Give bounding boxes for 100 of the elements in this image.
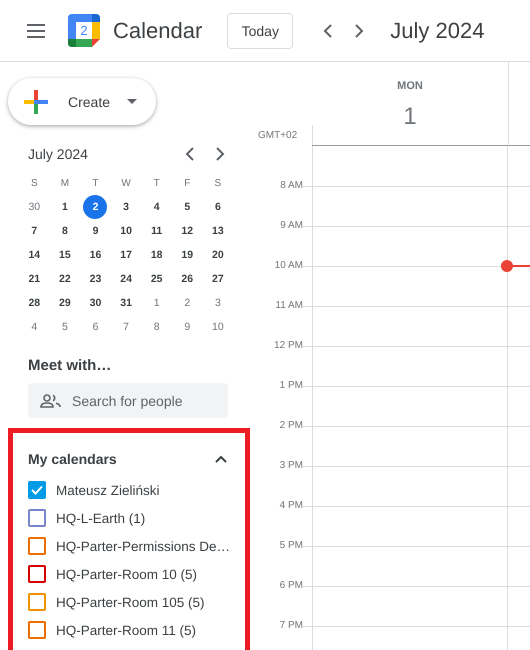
day-cell[interactable]: 15	[52, 243, 77, 268]
time-slot[interactable]	[312, 586, 508, 626]
day-cell[interactable]: 5	[175, 195, 200, 220]
day-cell[interactable]: 31	[114, 291, 138, 316]
day-cell[interactable]: 26	[175, 267, 200, 292]
weekday-label: S	[214, 176, 222, 191]
caret-icon	[127, 99, 138, 104]
day-cell[interactable]: 5	[52, 315, 77, 340]
calendar-name: HQ-Parter-Room 11 (5)	[56, 622, 196, 638]
day-cell[interactable]: 6	[83, 315, 108, 340]
day-cell[interactable]: 10	[206, 315, 230, 340]
weekday-label: T	[91, 176, 100, 191]
logo-day: 2	[77, 22, 91, 39]
hour-label: 5 PM	[278, 540, 303, 552]
calendar-checkbox[interactable]	[28, 593, 46, 612]
day-cell[interactable]: 8	[52, 219, 77, 244]
chevron-right-icon[interactable]	[215, 147, 225, 162]
calendar-logo-icon	[68, 14, 100, 47]
app-name: Calendar	[113, 18, 202, 44]
time-slot[interactable]	[312, 186, 508, 226]
day-cell[interactable]: 24	[114, 267, 138, 292]
chevron-up-icon[interactable]	[215, 455, 227, 464]
time-slot[interactable]	[312, 306, 508, 346]
time-slot[interactable]	[312, 346, 508, 386]
hour-label: 11 AM	[274, 300, 303, 312]
day-cell[interactable]: 4	[22, 315, 46, 340]
day-cell[interactable]: 2	[175, 291, 200, 316]
day-cell[interactable]: 1	[144, 291, 169, 316]
time-slot[interactable]	[312, 466, 508, 506]
day-cell[interactable]: 25	[144, 267, 169, 292]
calendar-name: HQ-Parter-Permissions De…	[56, 538, 230, 554]
time-slot[interactable]	[312, 386, 508, 426]
today-button[interactable]: Today	[227, 12, 294, 48]
day-cell[interactable]: 27	[206, 267, 230, 292]
menu-icon[interactable]	[26, 24, 46, 38]
time-slot[interactable]	[312, 546, 508, 586]
calendar-checkbox[interactable]	[28, 481, 46, 500]
day-cell[interactable]: 19	[175, 243, 200, 268]
day-cell[interactable]: 2	[83, 195, 108, 220]
day-cell[interactable]: 30	[22, 195, 46, 220]
day-cell[interactable]: 10	[114, 219, 138, 244]
section-title: My calendars	[28, 451, 118, 468]
day-cell[interactable]: 9	[83, 219, 108, 244]
weekday-label: T	[152, 176, 161, 191]
hour-label: 4 PM	[278, 500, 303, 512]
date-number[interactable]: 1	[403, 103, 417, 131]
day-cell[interactable]: 1	[52, 195, 77, 220]
calendar-name: HQ-L-Earth (1)	[56, 510, 146, 526]
hour-label: 3 PM	[278, 460, 303, 472]
calendar-checkbox[interactable]	[28, 621, 46, 640]
time-slot[interactable]	[312, 506, 508, 546]
day-cell[interactable]: 22	[52, 267, 77, 292]
day-cell[interactable]: 3	[114, 195, 138, 220]
calendar-checkbox[interactable]	[28, 565, 46, 584]
weekday-label: S	[30, 176, 39, 191]
day-cell[interactable]: 3	[206, 291, 230, 316]
create-button[interactable]: Create	[8, 78, 156, 126]
calendar-name: HQ-Parter-Room 105 (5)	[56, 594, 205, 610]
time-slot[interactable]	[312, 146, 508, 186]
day-cell[interactable]: 17	[114, 243, 138, 268]
weekday-label: MON	[397, 80, 423, 92]
day-cell[interactable]: 7	[114, 315, 138, 340]
day-cell[interactable]: 7	[22, 219, 46, 244]
day-cell[interactable]: 4	[144, 195, 169, 220]
day-cell[interactable]: 28	[22, 291, 46, 316]
timezone-label: GMT+02	[258, 130, 298, 141]
day-cell[interactable]: 8	[144, 315, 169, 340]
hour-label: 2 PM	[278, 420, 303, 432]
calendar-name: HQ-Parter-Room 10 (5)	[56, 566, 198, 582]
calendar-checkbox[interactable]	[28, 537, 46, 556]
day-cell[interactable]: 12	[175, 219, 200, 244]
chevron-left-icon[interactable]	[323, 24, 334, 38]
hour-label: 7 PM	[278, 620, 303, 632]
hour-label: 6 PM	[278, 580, 303, 592]
day-cell[interactable]: 11	[144, 219, 169, 244]
time-slot[interactable]	[312, 426, 508, 466]
day-cell[interactable]: 20	[206, 243, 230, 268]
weekday-label: M	[60, 176, 70, 191]
day-cell[interactable]: 18	[144, 243, 169, 268]
hour-label: 1 PM	[278, 380, 303, 392]
day-cell[interactable]: 21	[22, 267, 46, 292]
search-field[interactable]: Search for people	[28, 383, 228, 418]
day-cell[interactable]: 29	[52, 291, 77, 316]
plus-icon	[24, 90, 48, 114]
chevron-left-icon[interactable]	[185, 147, 195, 162]
hour-label: 8 AM	[279, 180, 303, 192]
month-title: July 2024	[28, 146, 89, 162]
day-cell[interactable]: 14	[22, 243, 46, 268]
chevron-right-icon[interactable]	[354, 24, 364, 38]
day-cell[interactable]: 6	[206, 195, 230, 220]
day-cell[interactable]: 16	[83, 243, 108, 268]
calendar-checkbox[interactable]	[28, 509, 46, 528]
day-cell[interactable]: 13	[206, 219, 230, 244]
day-cell[interactable]: 9	[175, 315, 200, 340]
day-cell[interactable]: 23	[83, 267, 108, 292]
weekday-label: W	[120, 176, 132, 191]
day-cell[interactable]: 30	[83, 291, 108, 316]
calendar-name: Mateusz Zieliński	[56, 482, 160, 498]
hour-label: 9 AM	[279, 220, 303, 232]
hour-label: 12 PM	[273, 340, 303, 352]
